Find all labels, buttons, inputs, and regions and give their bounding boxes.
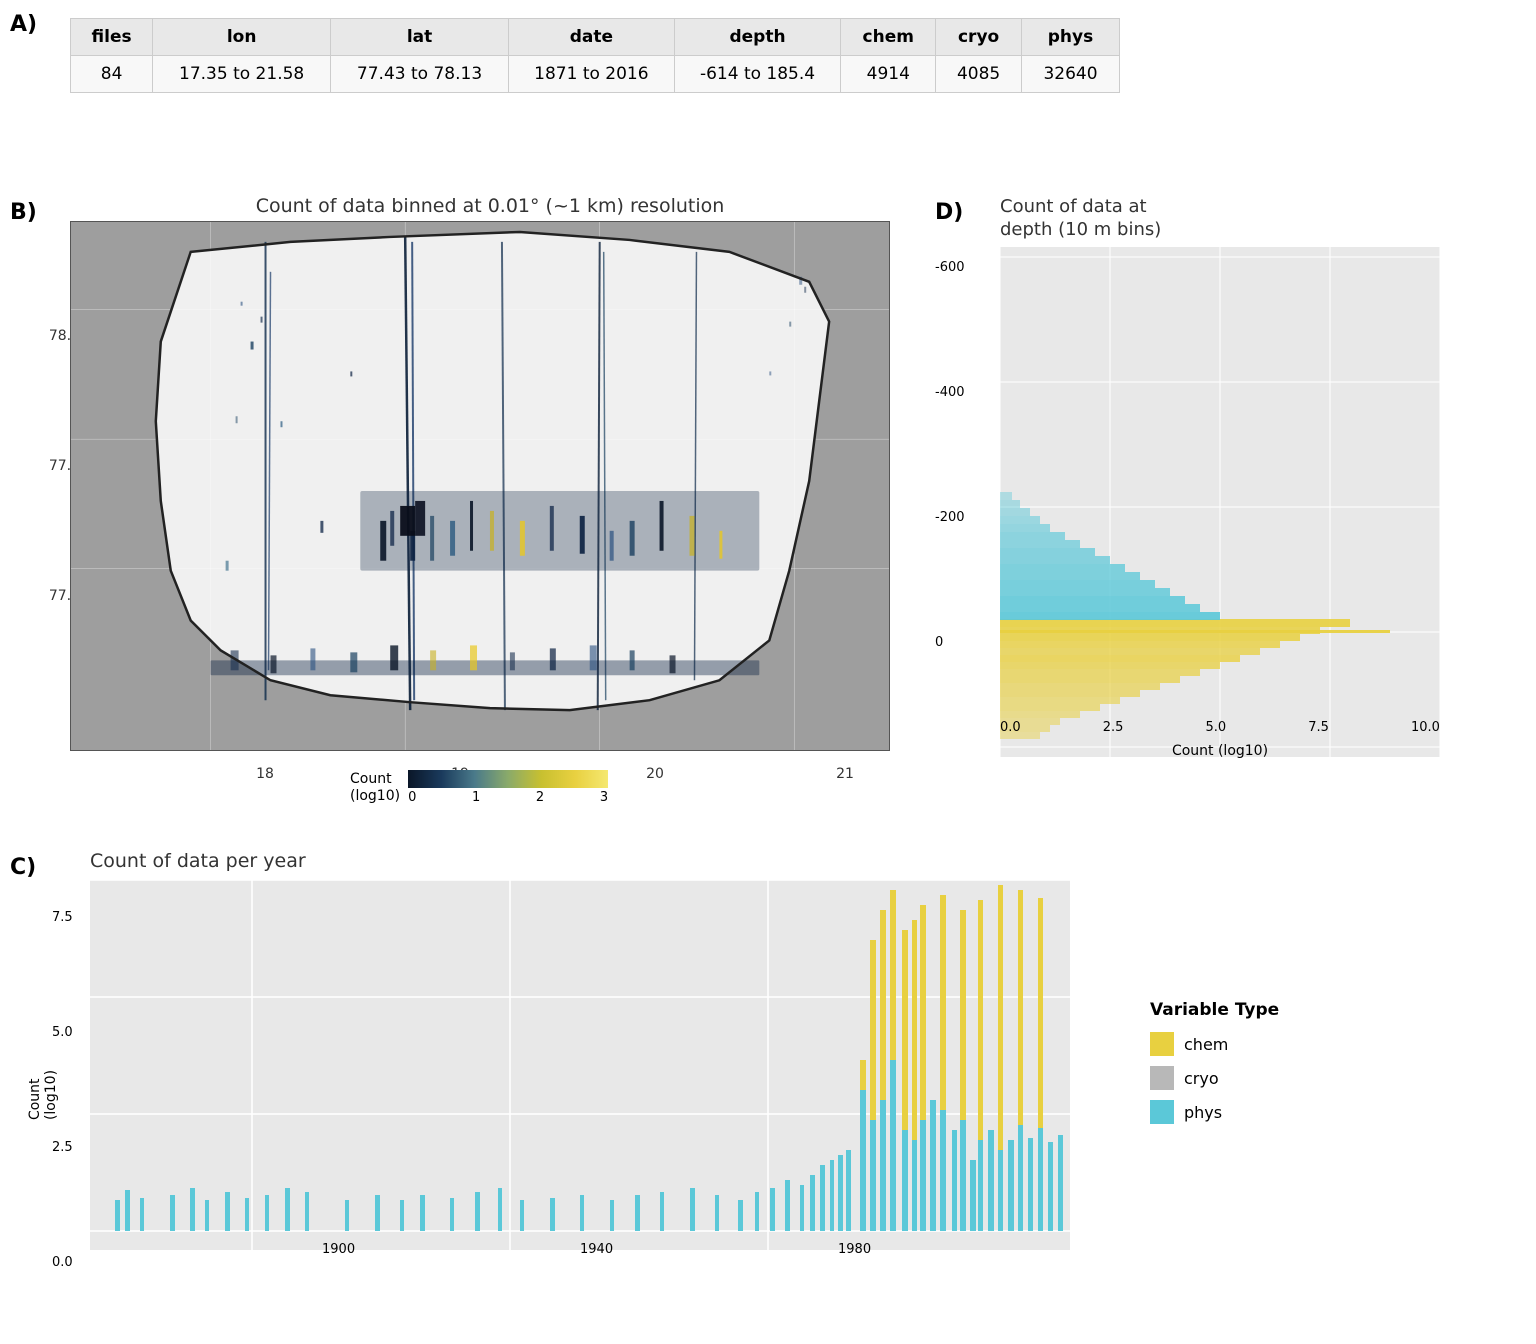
depth-xlabel-2.5: 2.5 [1103, 720, 1124, 735]
data-summary-table-container: files lon lat date depth chem cryo phys … [10, 10, 1110, 93]
depth-chart-title: Count of data at depth (10 m bins) [1000, 195, 1510, 242]
col-header-chem: chem [841, 19, 936, 56]
depth-xlabel-7.5: 7.5 [1308, 720, 1329, 735]
depth-ylabel-400: -400 [935, 385, 965, 400]
year-ylabel-0: 0.0 [52, 1255, 73, 1270]
variable-type-legend: Variable Type chem cryo phys [1150, 1000, 1510, 1134]
depth-xlabel-10: 10.0 [1411, 720, 1440, 735]
year-xlabel-1900: 1900 [322, 1242, 355, 1257]
depth-xlabel-0: 0.0 [1000, 720, 1021, 735]
legend-item-chem: chem [1150, 1032, 1510, 1056]
depth-chart-canvas [1000, 247, 1440, 757]
cell-cryo: 4085 [936, 56, 1022, 93]
cell-phys: 32640 [1021, 56, 1119, 93]
year-ylabel-5: 5.0 [52, 1025, 73, 1040]
year-ylabel-7.5: 7.5 [52, 910, 73, 925]
col-header-date: date [508, 19, 674, 56]
col-header-lon: lon [153, 19, 331, 56]
col-header-cryo: cryo [936, 19, 1022, 56]
legend-gradient-bar [408, 770, 608, 788]
year-chart-canvas [90, 880, 1070, 1250]
map-title: Count of data binned at 0.01° (~1 km) re… [70, 195, 910, 217]
col-header-lat: lat [331, 19, 509, 56]
map-canvas [70, 221, 890, 751]
depth-chart-svg [1000, 247, 1440, 757]
legend-item-phys: phys [1150, 1100, 1510, 1124]
col-header-phys: phys [1021, 19, 1119, 56]
year-ylabel-2.5: 2.5 [52, 1140, 73, 1155]
map-color-legend: Count (log10) 0 1 2 3 [350, 770, 608, 805]
depth-chart-section: Count of data at depth (10 m bins) -600 … [930, 195, 1510, 815]
depth-x-axis-title: Count (log10) [1000, 743, 1440, 759]
legend-label-phys: phys [1184, 1103, 1222, 1122]
depth-ylabel-0: 0 [935, 635, 943, 650]
legend-tick-labels: 0 1 2 3 [408, 790, 608, 805]
map-xlabel-21: 21 [836, 766, 854, 782]
legend-label-chem: chem [1184, 1035, 1228, 1054]
map-section: Count of data binned at 0.01° (~1 km) re… [10, 195, 910, 815]
year-y-axis-title: Count(log10) [27, 1070, 59, 1120]
col-header-files: files [71, 19, 153, 56]
legend-title: Variable Type [1150, 1000, 1510, 1020]
legend-label-cryo: cryo [1184, 1069, 1219, 1088]
data-summary-table: files lon lat date depth chem cryo phys … [70, 18, 1120, 93]
cell-files: 84 [71, 56, 153, 93]
year-chart-title: Count of data per year [90, 850, 1110, 872]
year-chart-section: Count of data per year Count(log10) 0.0 … [10, 850, 1110, 1310]
year-xlabel-1980: 1980 [838, 1242, 871, 1257]
depth-xlabel-5: 5.0 [1206, 720, 1227, 735]
map-xlabel-18: 18 [256, 766, 274, 782]
legend-item-cryo: cryo [1150, 1066, 1510, 1090]
legend-color-phys [1150, 1100, 1174, 1124]
legend-color-cryo [1150, 1066, 1174, 1090]
year-y-axis-title-container: Count(log10) [18, 910, 68, 1280]
year-chart-svg [90, 880, 1070, 1250]
col-header-depth: depth [674, 19, 841, 56]
legend-color-chem [1150, 1032, 1174, 1056]
depth-x-axis-labels: 0.0 2.5 5.0 7.5 10.0 [1000, 720, 1440, 735]
depth-ylabel-600: -600 [935, 260, 965, 275]
cell-date: 1871 to 2016 [508, 56, 674, 93]
cell-lon: 17.35 to 21.58 [153, 56, 331, 93]
table-row: 84 17.35 to 21.58 77.43 to 78.13 1871 to… [71, 56, 1120, 93]
legend-title: Count (log10) [350, 771, 400, 805]
year-xlabel-1940: 1940 [580, 1242, 613, 1257]
depth-ylabel-200: -200 [935, 510, 965, 525]
map-xlabel-20: 20 [646, 766, 664, 782]
cell-chem: 4914 [841, 56, 936, 93]
cell-lat: 77.43 to 78.13 [331, 56, 509, 93]
map-svg [71, 222, 889, 750]
cell-depth: -614 to 185.4 [674, 56, 841, 93]
